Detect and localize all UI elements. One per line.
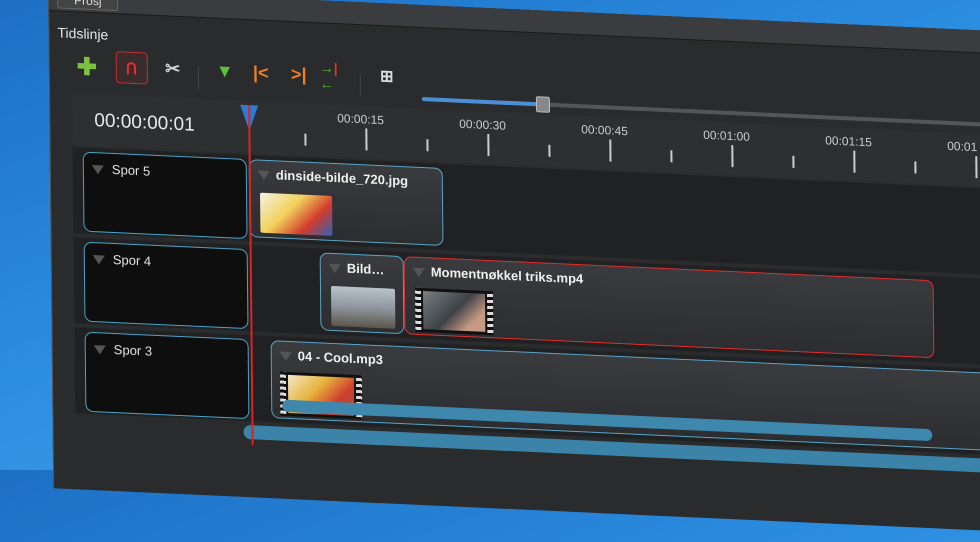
ruler-label: 00:00:15	[337, 111, 384, 128]
scissors-icon: ✂	[165, 57, 181, 79]
clip-menu-icon[interactable]	[257, 170, 270, 181]
center-icon: →|←	[319, 59, 338, 92]
clip-video-selected[interactable]: Momentnøkkel triks.mp4	[403, 256, 935, 359]
track-menu-icon[interactable]	[93, 345, 106, 355]
track-name: Spor 4	[112, 251, 152, 269]
track-menu-icon[interactable]	[92, 255, 105, 265]
ruler-label: 00:01:15	[825, 133, 872, 150]
track-header[interactable]: Spor 5	[82, 151, 248, 240]
ruler-label: 00:01:00	[703, 127, 750, 144]
zoom-icon: ⊞	[379, 68, 394, 86]
track-header[interactable]: Spor 4	[83, 241, 249, 330]
project-button[interactable]: Prosj	[57, 0, 119, 12]
clip-menu-icon[interactable]	[328, 263, 341, 274]
clip-title: dinside-bilde_720.jpg	[275, 167, 409, 189]
next-marker-button[interactable]: >|	[284, 59, 314, 90]
marker-icon: ▼	[215, 60, 234, 81]
timeline-window: Prosj Tidslinje ✚ ⊂ ✂ ▼ |< >| →|← ⊞ 00:0…	[48, 0, 980, 535]
ruler-tick	[853, 150, 856, 173]
zoom-slider-handle[interactable]	[535, 96, 551, 113]
ruler-tick	[609, 139, 612, 162]
add-track-button[interactable]: ✚	[72, 51, 102, 82]
razor-button[interactable]: ✂	[158, 53, 188, 84]
ruler-tick	[304, 133, 307, 146]
ruler-tick	[792, 155, 795, 168]
ruler-tick	[670, 150, 673, 163]
panel-title: Tidslinje	[57, 24, 109, 43]
plus-icon: ✚	[76, 52, 97, 81]
ruler-tick	[975, 156, 978, 179]
ruler-label: 00:00:30	[459, 116, 506, 133]
previous-marker-icon: |<	[252, 61, 269, 83]
track-name: Spor 5	[111, 161, 151, 179]
ruler-tick	[731, 145, 734, 168]
ruler-tick	[487, 133, 490, 157]
ruler-tick	[365, 128, 368, 151]
clip-title: Bild…	[346, 260, 385, 278]
clip-title: Momentnøkkel triks.mp4	[430, 264, 584, 287]
ruler-label: 00:01	[947, 138, 978, 155]
next-marker-icon: >|	[290, 63, 307, 85]
previous-marker-button[interactable]: |<	[246, 57, 276, 88]
magnet-icon: ⊂	[122, 59, 143, 76]
top-bar: Prosj	[48, 0, 980, 57]
clip-image[interactable]: dinside-bilde_720.jpg	[248, 159, 444, 246]
ruler-label: 00:00:45	[581, 122, 628, 139]
track-header[interactable]: Spor 3	[84, 331, 250, 420]
center-playhead-button[interactable]: →|←	[319, 59, 350, 92]
clip-title: 04 - Cool.mp3	[297, 348, 384, 368]
clip-menu-icon[interactable]	[412, 267, 425, 278]
zoom-button[interactable]: ⊞	[372, 61, 402, 92]
clip-image[interactable]: Bild…	[319, 252, 405, 335]
add-marker-button[interactable]: ▼	[210, 55, 240, 86]
track-menu-icon[interactable]	[91, 165, 104, 175]
clip-thumbnail	[260, 192, 333, 236]
ruler-tick	[426, 139, 429, 152]
ruler-tick	[548, 144, 551, 157]
clip-menu-icon[interactable]	[279, 351, 292, 362]
track-name: Spor 3	[113, 342, 153, 359]
snap-button[interactable]: ⊂	[115, 51, 148, 85]
zoom-slider-fill	[421, 96, 542, 107]
ruler-tick	[914, 161, 917, 174]
current-time: 00:00:00:01	[94, 110, 195, 136]
clip-filmstrip	[414, 287, 494, 336]
clip-thumbnail	[330, 285, 396, 329]
